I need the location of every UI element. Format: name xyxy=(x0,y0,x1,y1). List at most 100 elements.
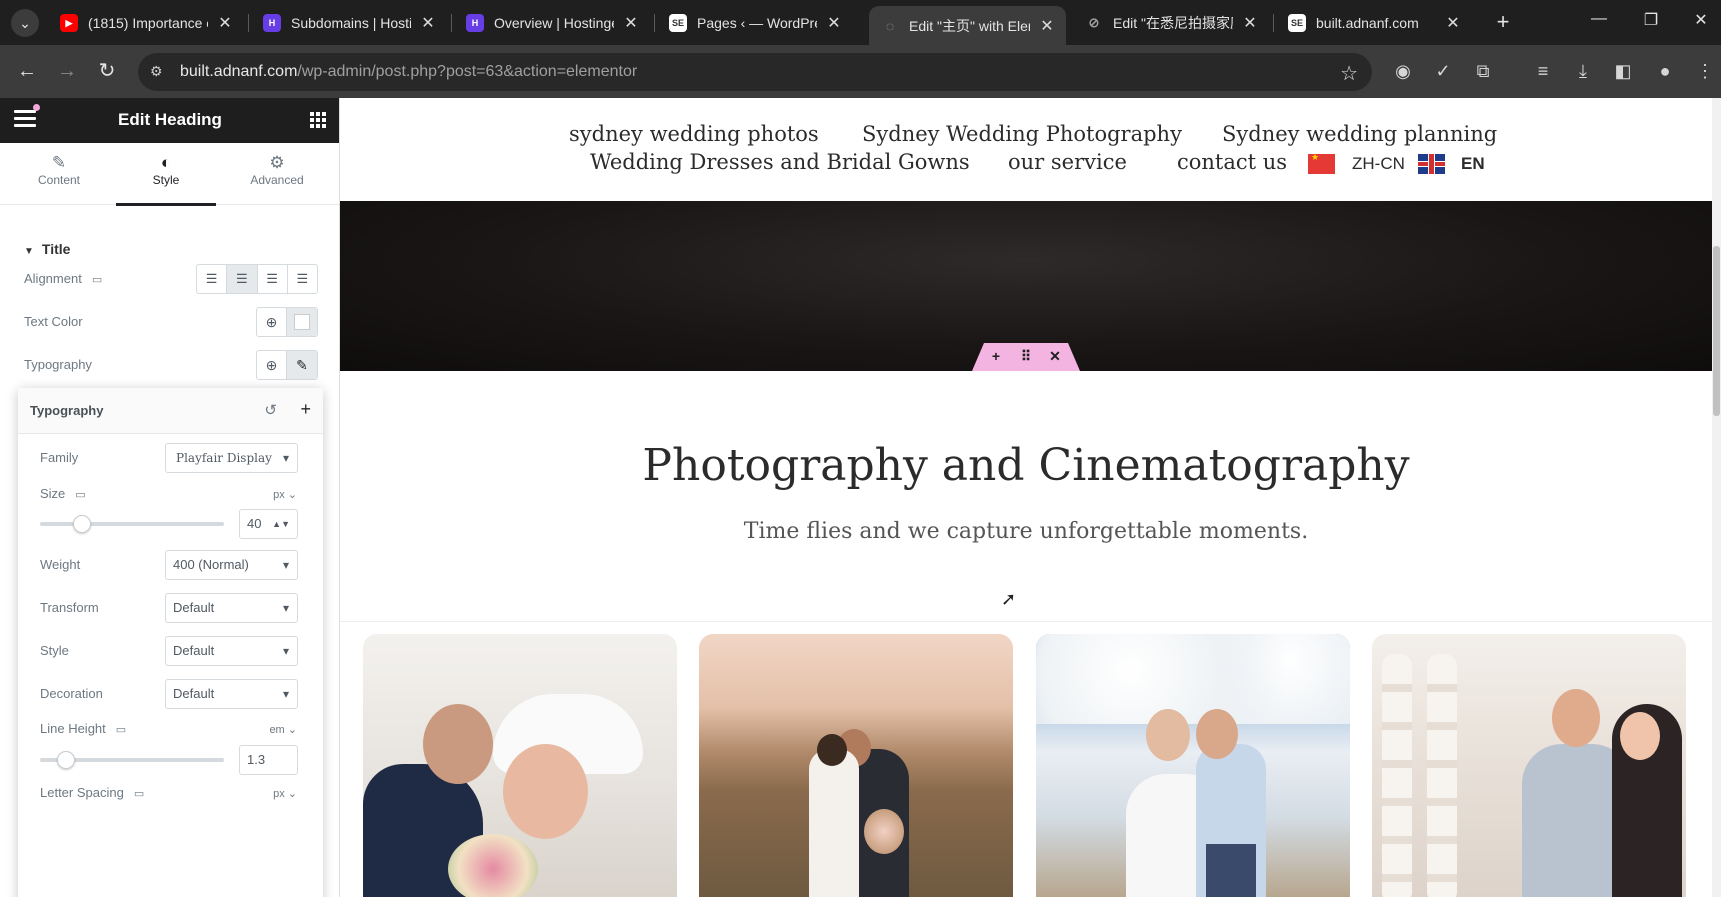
back-arrow-icon[interactable]: ← xyxy=(14,59,40,85)
tab-content[interactable]: ✎ Content xyxy=(9,143,109,205)
desktop-icon[interactable]: ▭ xyxy=(134,787,144,800)
gallery-photo-couple-balustrade[interactable] xyxy=(1372,634,1686,897)
line-height-slider-handle[interactable] xyxy=(56,751,75,769)
section-handle: + ⠿ ✕ xyxy=(972,343,1080,371)
tab-close-icon[interactable]: ✕ xyxy=(622,13,640,33)
line-height-input[interactable]: 1.3 xyxy=(239,745,298,775)
size-slider-handle[interactable] xyxy=(73,515,92,533)
nav-link-sydney-wedding-planning[interactable]: Sydney wedding planning xyxy=(1222,122,1497,146)
side-panel-icon[interactable]: ◧ xyxy=(1610,59,1636,85)
site-info-icon[interactable]: ⚙ xyxy=(150,63,168,81)
media-queue-icon[interactable]: ≡ xyxy=(1530,59,1556,85)
gallery-photo-couple-veil[interactable] xyxy=(363,634,677,897)
forward-arrow-icon[interactable]: → xyxy=(54,59,80,85)
reset-icon[interactable]: ↺ xyxy=(264,401,277,419)
size-slider[interactable] xyxy=(40,515,224,533)
tab-close-icon[interactable]: ✕ xyxy=(1444,13,1462,33)
style-label: Style xyxy=(40,643,69,658)
panel-tabs: ✎ Content ◐ Style ⚙ Advanced xyxy=(0,143,339,206)
site-preview: sydney wedding photos Sydney Wedding Pho… xyxy=(340,98,1712,897)
size-input[interactable]: 40 ▲▼ xyxy=(239,509,298,539)
line-height-unit-select[interactable]: em ⌄ xyxy=(269,723,297,736)
align-right-icon[interactable]: ☰ xyxy=(258,265,288,293)
transform-label: Transform xyxy=(40,600,99,615)
add-plus-icon[interactable]: + xyxy=(300,399,311,420)
browser-menu-icon[interactable]: ⋮ xyxy=(1692,59,1718,85)
text-decoration-select[interactable]: Default xyxy=(165,679,298,709)
uk-flag-icon[interactable] xyxy=(1418,154,1445,174)
global-icon[interactable]: ⊕ xyxy=(257,351,287,379)
browser-tab-subdomains[interactable]: H Subdomains | Hostin ✕ xyxy=(251,6,447,40)
tab-close-icon[interactable]: ✕ xyxy=(1038,16,1056,36)
widgets-grid-icon[interactable] xyxy=(310,112,326,128)
alignment-control: ☰ ☰ ☰ ☰ xyxy=(196,264,318,294)
nav-link-our-service[interactable]: our service xyxy=(1008,150,1127,174)
typography-control: ⊕ ✎ xyxy=(256,350,318,380)
tab-advanced[interactable]: ⚙ Advanced xyxy=(227,143,327,205)
bookmark-star-icon[interactable]: ☆ xyxy=(1340,61,1358,86)
tab-close-icon[interactable]: ✕ xyxy=(825,13,843,33)
nav-link-contact-us[interactable]: contact us xyxy=(1177,150,1287,174)
scrollbar-thumb[interactable] xyxy=(1713,246,1720,416)
address-bar[interactable]: ⚙ built.adnanf.com/wp-admin/post.php?pos… xyxy=(138,53,1372,91)
delete-section-icon[interactable]: ✕ xyxy=(1045,348,1065,365)
screenshot-camera-icon[interactable]: ◉ xyxy=(1390,59,1416,85)
preview-scrollbar[interactable] xyxy=(1712,98,1721,897)
letter-spacing-unit-select[interactable]: px ⌄ xyxy=(273,787,297,800)
gallery-photo-couple-hills[interactable] xyxy=(699,634,1013,897)
spellcheck-extension-icon[interactable]: ✓ xyxy=(1430,59,1456,85)
color-picker-button[interactable] xyxy=(287,308,317,336)
weight-label: Weight xyxy=(40,557,81,572)
add-section-plus-icon[interactable]: + xyxy=(986,348,1006,364)
nav-link-sydney-wedding-photography[interactable]: Sydney Wedding Photography xyxy=(862,122,1182,146)
section-title-toggle[interactable]: ▼ Title xyxy=(24,241,70,257)
browser-tab-site[interactable]: SE built.adnanf.com ✕ xyxy=(1276,6,1472,40)
extensions-puzzle-icon[interactable]: ⧉ xyxy=(1470,59,1496,85)
drag-handle-icon[interactable]: ⠿ xyxy=(1016,348,1036,365)
font-weight-select[interactable]: 400 (Normal) xyxy=(165,550,298,580)
global-icon[interactable]: ⊕ xyxy=(257,308,287,336)
section-subheading[interactable]: Time flies and we capture unforgettable … xyxy=(340,519,1712,544)
contrast-icon: ◐ xyxy=(160,153,172,172)
align-justify-icon[interactable]: ☰ xyxy=(288,265,317,293)
nav-link-sydney-wedding-photos[interactable]: sydney wedding photos xyxy=(569,122,819,146)
align-center-icon[interactable]: ☰ xyxy=(227,265,258,293)
tab-search-chevron-icon[interactable]: ⌄ xyxy=(11,9,39,37)
letter-spacing-label: Letter Spacing ▭ xyxy=(40,785,145,800)
browser-tab-youtube[interactable]: ▶ (1815) Importance of ✕ xyxy=(48,6,244,40)
align-left-icon[interactable]: ☰ xyxy=(197,265,228,293)
new-tab-plus-icon[interactable]: + xyxy=(1489,9,1517,37)
browser-tab-overview[interactable]: H Overview | Hostinger ✕ xyxy=(454,6,650,40)
lang-en[interactable]: EN xyxy=(1461,154,1485,174)
desktop-icon[interactable]: ▭ xyxy=(92,273,102,286)
nav-link-wedding-dresses[interactable]: Wedding Dresses and Bridal Gowns xyxy=(590,150,970,174)
browser-tab-edit-home[interactable]: ◌ Edit "主页" with Elem ✕ xyxy=(869,6,1066,45)
tab-close-icon[interactable]: ✕ xyxy=(419,13,437,33)
size-unit-select[interactable]: px ⌄ xyxy=(273,488,297,501)
url-text: built.adnanf.com/wp-admin/post.php?post=… xyxy=(180,63,638,80)
text-transform-select[interactable]: Default xyxy=(165,593,298,623)
tab-close-icon[interactable]: ✕ xyxy=(1241,13,1259,33)
desktop-icon[interactable]: ▭ xyxy=(75,488,85,501)
font-family-select[interactable]: Playfair Display xyxy=(165,443,298,473)
china-flag-icon[interactable] xyxy=(1308,153,1335,174)
panel-header: Edit Heading xyxy=(0,98,339,143)
restore-icon[interactable]: ❐ xyxy=(1636,10,1666,30)
gallery-photo-couple-blossoms[interactable] xyxy=(1036,634,1350,897)
download-icon[interactable]: ⤓ xyxy=(1570,59,1596,85)
line-height-slider[interactable] xyxy=(40,751,224,769)
desktop-icon[interactable]: ▭ xyxy=(116,723,126,736)
profile-avatar-icon[interactable]: ● xyxy=(1652,59,1678,85)
lang-zh-cn[interactable]: ZH-CN xyxy=(1352,154,1405,174)
tab-close-icon[interactable]: ✕ xyxy=(216,13,234,33)
edit-pencil-icon[interactable]: ✎ xyxy=(287,351,317,379)
section-heading[interactable]: Photography and Cinematography xyxy=(340,440,1712,491)
tab-style[interactable]: ◐ Style xyxy=(116,143,216,206)
minimize-icon[interactable]: — xyxy=(1584,10,1614,28)
browser-tab-edit-family[interactable]: ⊘ Edit "在悉尼拍摄家庭 ✕ xyxy=(1073,6,1269,40)
reload-icon[interactable]: ↻ xyxy=(94,59,120,85)
stepper-arrows-icon[interactable]: ▲▼ xyxy=(272,510,290,538)
font-style-select[interactable]: Default xyxy=(165,636,298,666)
close-window-icon[interactable]: ✕ xyxy=(1686,10,1716,30)
browser-tab-pages[interactable]: SE Pages ‹ — WordPress ✕ xyxy=(657,6,853,40)
